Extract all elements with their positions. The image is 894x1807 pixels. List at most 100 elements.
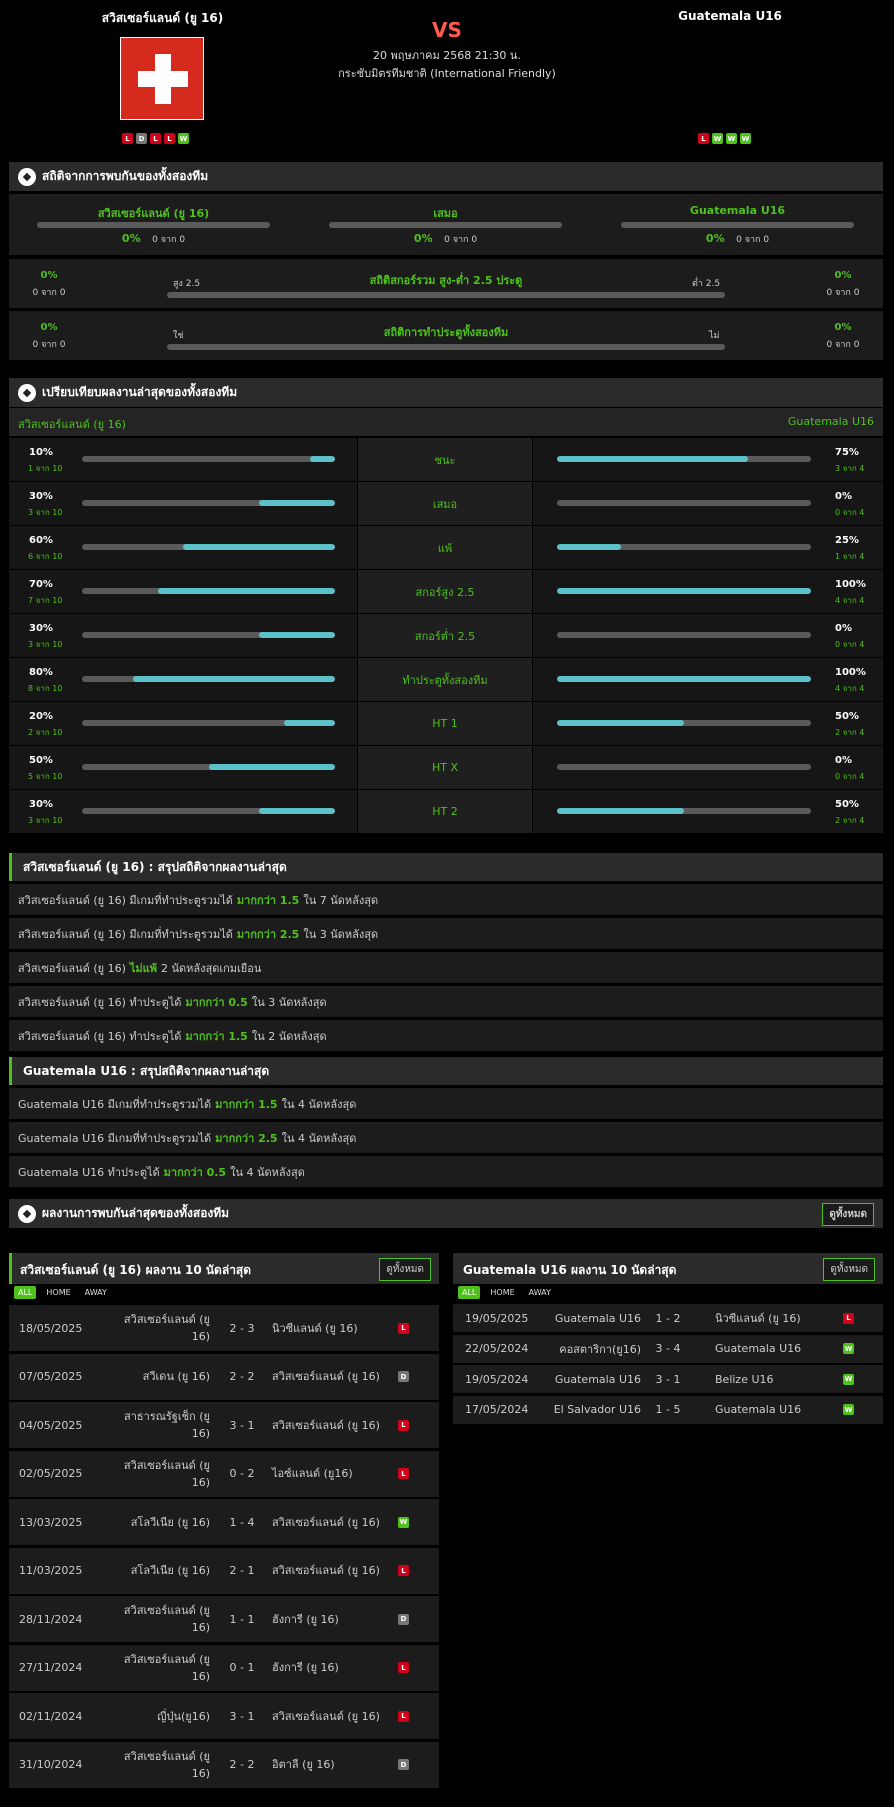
ou-left-label: สูง 2.5: [173, 279, 201, 289]
match-row[interactable]: 13/03/2025 สโลวีเนีย (ยู 16) 1 - 4 สวิสเซอร…: [9, 1499, 439, 1545]
tab-home[interactable]: HOME: [486, 1286, 518, 1299]
match-row[interactable]: 02/11/2024 ญี่ปุ่น(ยู16) 3 - 1 สวิสเซอร์แลน…: [9, 1693, 439, 1739]
compare-home-name[interactable]: สวิสเซอร์แลนด์ (ยู 16): [18, 415, 126, 433]
tab-all[interactable]: ALL: [14, 1286, 37, 1299]
tab-away[interactable]: AWAY: [525, 1286, 555, 1299]
match-home-team[interactable]: สวิสเซอร์แลนด์ (ยู 16): [105, 1651, 210, 1685]
match-score: 2 - 1: [229, 1564, 255, 1577]
match-away-team[interactable]: สวิสเซอร์แลนด์ (ยู 16): [272, 1368, 380, 1385]
match-away-team[interactable]: สวิสเซอร์แลนด์ (ยู 16): [272, 1514, 380, 1531]
match-home-team[interactable]: สวิสเซอร์แลนด์ (ยู 16): [105, 1602, 210, 1636]
match-away-team[interactable]: Belize U16: [715, 1373, 835, 1386]
compare-home-fill: [132, 676, 335, 682]
away-view-all-button[interactable]: ดูทั้งหมด: [823, 1258, 875, 1281]
match-row[interactable]: 28/11/2024 สวิสเซอร์แลนด์ (ยู 16) 1 - 1 ฮัง…: [9, 1596, 439, 1642]
tab-away[interactable]: AWAY: [81, 1286, 111, 1299]
home-summary: สวิสเซอร์แลนด์ (ยู 16) : สรุปสถิติจากผลง…: [9, 853, 883, 1051]
ou-right-pct: 0%: [834, 270, 852, 281]
match-home-team[interactable]: สโลวีเนีย (ยู 16): [105, 1514, 210, 1531]
compare-away-bar: [557, 500, 811, 506]
match-away-team[interactable]: สวิสเซอร์แลนด์ (ยู 16): [272, 1708, 380, 1725]
ou-panel: 0% 0 จาก 0 สูง 2.5 สถิติสกอร์รวม สูง-ต่ำ…: [9, 259, 883, 308]
summary-line: สวิสเซอร์แลนด์ (ยู 16) ทำประตูได้ มากกว่า…: [9, 986, 883, 1017]
compare-away-pct: 0%: [835, 755, 852, 766]
away-team-name[interactable]: Guatemala U16: [628, 9, 832, 23]
form-badge-L: L: [164, 133, 175, 144]
match-home-team[interactable]: ญี่ปุ่น(ยู16): [105, 1708, 210, 1725]
result-badge: L: [398, 1662, 409, 1673]
match-home-team[interactable]: คอสตาริกา(ยู16): [537, 1340, 641, 1358]
match-row[interactable]: 04/05/2025 สาธารณรัฐเช็ก (ยู 16) 3 - 1 สวิส…: [9, 1402, 439, 1448]
compare-home-count: 7 จาก 10: [28, 596, 63, 605]
compare-title: เปรียบเทียบผลงานล่าสุดของทั้งสองทีม: [42, 385, 238, 399]
compare-label: ทำประตูทั้งสองทีม: [358, 658, 532, 701]
tab-all[interactable]: ALL: [458, 1286, 481, 1299]
compare-home-fill: [183, 544, 335, 550]
match-row[interactable]: 19/05/2024 Guatemala U16 3 - 1 Belize U16 W: [453, 1365, 883, 1393]
match-home-team[interactable]: สโลวีเนีย (ยู 16): [105, 1562, 210, 1579]
match-away-team[interactable]: สวิสเซอร์แลนด์ (ยู 16): [272, 1417, 380, 1434]
summary-suffix: ใน 3 นัดหลังสุด: [251, 995, 327, 1009]
summary-text: Guatemala U16 ทำประตูได้: [18, 1165, 160, 1179]
match-row[interactable]: 27/11/2024 สวิสเซอร์แลนด์ (ยู 16) 0 - 1 ฮัง…: [9, 1644, 439, 1691]
match-away-team[interactable]: ฮังการี (ยู 16): [272, 1659, 380, 1676]
match-home-team[interactable]: Guatemala U16: [537, 1312, 641, 1325]
compare-home-cell: 70% 7 จาก 10: [9, 570, 357, 613]
match-away-team[interactable]: นิวซีแลนด์ (ยู 16): [715, 1309, 835, 1327]
match-date: 31/10/2024: [19, 1758, 83, 1771]
match-away-team[interactable]: Guatemala U16: [715, 1403, 835, 1416]
compare-row: 20% 2 จาก 10 HT 1 50% 2 จาก 4: [9, 702, 883, 746]
match-home-team[interactable]: El Salvador U16: [537, 1403, 641, 1416]
form-badge-W: W: [712, 133, 723, 144]
tab-home[interactable]: HOME: [42, 1286, 74, 1299]
summary-text: สวิสเซอร์แลนด์ (ยู 16) ทำประตูได้: [18, 995, 182, 1009]
h2h-view-all-button[interactable]: ดูทั้งหมด: [822, 1203, 874, 1226]
h2h-draw-count: 0 จาก 0: [444, 235, 478, 245]
home-recent-tabs: ALL HOME AWAY: [14, 1286, 111, 1299]
match-home-team[interactable]: สาธารณรัฐเช็ก (ยู 16): [105, 1408, 210, 1442]
match-home-team[interactable]: สวิสเซอร์แลนด์ (ยู 16): [105, 1311, 210, 1345]
match-row[interactable]: 02/05/2025 สวิสเซอร์แลนด์ (ยู 16) 0 - 2 ไอซ…: [9, 1450, 439, 1497]
compare-away-fill: [557, 544, 621, 550]
compare-away-count: 1 จาก 4: [835, 552, 865, 561]
home-team-name[interactable]: สวิสเซอร์แลนด์ (ยู 16): [60, 9, 265, 28]
compare-home-fill: [259, 632, 335, 638]
match-home-team[interactable]: สวิสเซอร์แลนด์ (ยู 16): [105, 1748, 210, 1782]
summary-text: สวิสเซอร์แลนด์ (ยู 16) ทำประตูได้: [18, 1029, 182, 1043]
match-away-team[interactable]: ฮังการี (ยู 16): [272, 1611, 380, 1628]
match-away-team[interactable]: ไอซ์แลนด์ (ยู16): [272, 1465, 380, 1482]
match-row[interactable]: 22/05/2024 คอสตาริกา(ยู16) 3 - 4 Guatemala …: [453, 1334, 883, 1363]
match-home-team[interactable]: สวิสเซอร์แลนด์ (ยู 16): [105, 1457, 210, 1491]
match-away-team[interactable]: Guatemala U16: [715, 1342, 835, 1355]
compare-home-cell: 10% 1 จาก 10: [9, 438, 357, 481]
match-row[interactable]: 19/05/2025 Guatemala U16 1 - 2 นิวซีแลนด์ (…: [453, 1304, 883, 1332]
match-home-team[interactable]: สวีเดน (ยู 16): [105, 1368, 210, 1385]
ou-left-count: 0 จาก 0: [32, 288, 66, 298]
match-row[interactable]: 17/05/2024 El Salvador U16 1 - 5 Guatemala …: [453, 1395, 883, 1424]
compare-home-cell: 20% 2 จาก 10: [9, 702, 357, 745]
match-away-team[interactable]: นิวซีแลนด์ (ยู 16): [272, 1320, 380, 1337]
compare-away-name[interactable]: Guatemala U16: [788, 415, 874, 428]
compare-home-count: 8 จาก 10: [28, 684, 63, 693]
summary-highlight: มากกว่า 1.5: [215, 1097, 278, 1111]
compare-home-fill: [259, 500, 335, 506]
compare-home-pct: 30%: [29, 799, 53, 810]
match-away-team[interactable]: อิตาลี (ยู 16): [272, 1756, 380, 1773]
home-view-all-button[interactable]: ดูทั้งหมด: [379, 1258, 431, 1281]
match-away-team[interactable]: สวิสเซอร์แลนด์ (ยู 16): [272, 1562, 380, 1579]
compare-home-pct: 20%: [29, 711, 53, 722]
summary-line: Guatemala U16 ทำประตูได้ มากกว่า 0.5 ใน 4 …: [9, 1156, 883, 1187]
compare-home-bar: [82, 456, 335, 462]
match-row[interactable]: 11/03/2025 สโลวีเนีย (ยู 16) 2 - 1 สวิสเซอร…: [9, 1547, 439, 1594]
match-score: 1 - 1: [229, 1612, 255, 1626]
compare-away-pct: 100%: [835, 667, 866, 678]
match-score: 0 - 2: [229, 1467, 255, 1480]
match-row[interactable]: 18/05/2025 สวิสเซอร์แลนด์ (ยู 16) 2 - 3 นิว…: [9, 1305, 439, 1351]
home-summary-header: สวิสเซอร์แลนด์ (ยู 16) : สรุปสถิติจากผลง…: [9, 853, 883, 881]
result-badge: L: [398, 1565, 409, 1576]
match-row[interactable]: 31/10/2024 สวิสเซอร์แลนด์ (ยู 16) 2 - 2 อิต…: [9, 1741, 439, 1788]
match-home-team[interactable]: Guatemala U16: [537, 1373, 641, 1386]
match-row[interactable]: 07/05/2025 สวีเดน (ยู 16) 2 - 2 สวิสเซอร์แล…: [9, 1353, 439, 1400]
compare-away-cell: 75% 3 จาก 4: [533, 438, 883, 481]
compare-home-bar: [82, 676, 335, 682]
